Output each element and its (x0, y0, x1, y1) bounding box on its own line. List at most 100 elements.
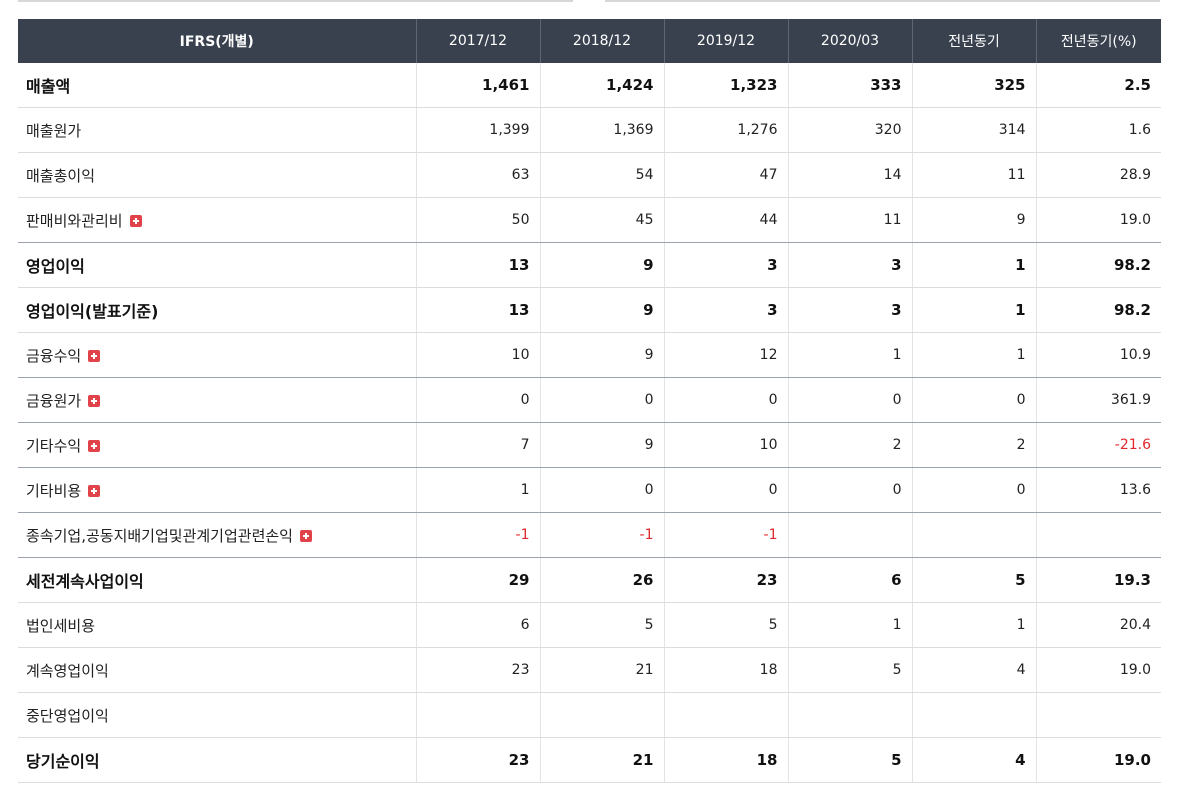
value-cell: 1 (787, 602, 912, 648)
value-cell: 5 (911, 557, 1036, 603)
row-label: 기타비용 (26, 481, 82, 500)
row-label-cell[interactable]: 종속기업,공동지배기업및관계기업관련손익 (18, 512, 416, 558)
value-cell (1035, 692, 1161, 738)
value-cell: 28.9 (1035, 152, 1161, 198)
value-cell: 9 (539, 332, 664, 378)
row-label: 매출액 (26, 77, 71, 96)
row-label-cell: 중단영업이익 (18, 692, 416, 738)
header-2019-12: 2019/12 (663, 19, 788, 63)
value-cell: 47 (663, 152, 788, 198)
value-cell: 98.2 (1035, 287, 1161, 333)
value-cell: 1 (415, 467, 540, 513)
value-cell: 1 (911, 602, 1036, 648)
row-label-cell: 매출총이익 (18, 152, 416, 198)
value-cell: 1 (787, 332, 912, 378)
row-label: 영업이익(발표기준) (26, 302, 159, 321)
value-cell: 320 (787, 107, 912, 153)
top-divider-left (18, 0, 573, 2)
table-row: 법인세비용 6 5 5 1 1 20.4 (18, 602, 1161, 648)
value-cell: 19.0 (1035, 737, 1161, 783)
value-cell: 5 (539, 602, 664, 648)
row-label-cell[interactable]: 금융수익 (18, 332, 416, 378)
row-label-cell: 계속영업이익 (18, 647, 416, 693)
value-cell: 44 (663, 197, 788, 243)
row-label: 중단영업이익 (26, 706, 109, 725)
row-label-cell: 세전계속사업이익 (18, 557, 416, 603)
value-cell: 333 (787, 63, 912, 108)
table-row: 계속영업이익 23 21 18 5 4 19.0 (18, 647, 1161, 693)
table-row: 영업이익(발표기준) 13 9 3 3 1 98.2 (18, 287, 1161, 333)
header-prev-year: 전년동기 (911, 19, 1036, 63)
value-cell: 21 (539, 737, 664, 783)
expand-plus-icon[interactable] (88, 439, 101, 452)
row-label-cell: 영업이익(발표기준) (18, 287, 416, 333)
expand-plus-icon[interactable] (129, 214, 142, 227)
header-prev-year-pct: 전년동기(%) (1035, 19, 1161, 63)
value-cell: 19.3 (1035, 557, 1161, 603)
table-row: 매출원가 1,399 1,369 1,276 320 314 1.6 (18, 107, 1161, 153)
row-label: 금융수익 (26, 346, 82, 365)
value-cell: 45 (539, 197, 664, 243)
row-label-cell: 법인세비용 (18, 602, 416, 648)
value-cell: 2 (787, 422, 912, 468)
expand-plus-icon[interactable] (299, 529, 312, 542)
value-cell: 1 (911, 332, 1036, 378)
value-cell: 11 (787, 197, 912, 243)
table-row: 당기순이익 23 21 18 5 4 19.0 (18, 737, 1161, 783)
row-label: 매출원가 (26, 121, 82, 140)
value-cell: 0 (415, 377, 540, 423)
value-cell: -1 (663, 512, 788, 558)
value-cell: -1 (415, 512, 540, 558)
value-cell: 6 (415, 602, 540, 648)
value-cell: 50 (415, 197, 540, 243)
row-label: 매출총이익 (26, 166, 96, 185)
value-cell: 18 (663, 647, 788, 693)
row-label: 계속영업이익 (26, 661, 109, 680)
row-label: 종속기업,공동지배기업및관계기업관련손익 (26, 526, 293, 545)
row-label-cell[interactable]: 판매비와관리비 (18, 197, 416, 243)
value-cell: 5 (787, 737, 912, 783)
value-cell: 20.4 (1035, 602, 1161, 648)
value-cell: 3 (787, 287, 912, 333)
row-label-cell: 당기순이익 (18, 737, 416, 783)
value-cell: 1,369 (539, 107, 664, 153)
value-cell: 23 (415, 647, 540, 693)
value-cell: 1,461 (415, 63, 540, 108)
value-cell (1035, 512, 1161, 558)
value-cell: 314 (911, 107, 1036, 153)
table-row: 기타수익 7 9 10 2 2 -21.6 (18, 422, 1161, 468)
value-cell: 5 (787, 647, 912, 693)
value-cell: 3 (663, 287, 788, 333)
value-cell: 3 (663, 242, 788, 288)
table-row: 영업이익 13 9 3 3 1 98.2 (18, 242, 1161, 288)
table-row: 판매비와관리비 50 45 44 11 9 19.0 (18, 197, 1161, 243)
value-cell: 0 (911, 467, 1036, 513)
income-statement-table: IFRS(개별) 2017/12 2018/12 2019/12 2020/03… (18, 19, 1161, 783)
value-cell: 7 (415, 422, 540, 468)
table-row: 종속기업,공동지배기업및관계기업관련손익 -1 -1 -1 (18, 512, 1161, 558)
row-label-cell[interactable]: 기타비용 (18, 467, 416, 513)
expand-plus-icon[interactable] (88, 484, 101, 497)
row-label-cell[interactable]: 기타수익 (18, 422, 416, 468)
value-cell: 29 (415, 557, 540, 603)
value-cell: 6 (787, 557, 912, 603)
value-cell: 2.5 (1035, 63, 1161, 108)
row-label-cell[interactable]: 금융원가 (18, 377, 416, 423)
value-cell: 11 (911, 152, 1036, 198)
row-label: 세전계속사업이익 (26, 572, 144, 591)
table-header-row: IFRS(개별) 2017/12 2018/12 2019/12 2020/03… (18, 19, 1161, 63)
value-cell (787, 692, 912, 738)
value-cell: 13 (415, 242, 540, 288)
value-cell: 63 (415, 152, 540, 198)
value-cell: 0 (663, 467, 788, 513)
row-label: 금융원가 (26, 391, 82, 410)
value-cell (415, 692, 540, 738)
expand-plus-icon[interactable] (88, 349, 101, 362)
value-cell: 14 (787, 152, 912, 198)
value-cell: 10 (415, 332, 540, 378)
value-cell: 325 (911, 63, 1036, 108)
value-cell: 0 (663, 377, 788, 423)
value-cell: 21 (539, 647, 664, 693)
value-cell: 1,424 (539, 63, 664, 108)
expand-plus-icon[interactable] (88, 394, 101, 407)
